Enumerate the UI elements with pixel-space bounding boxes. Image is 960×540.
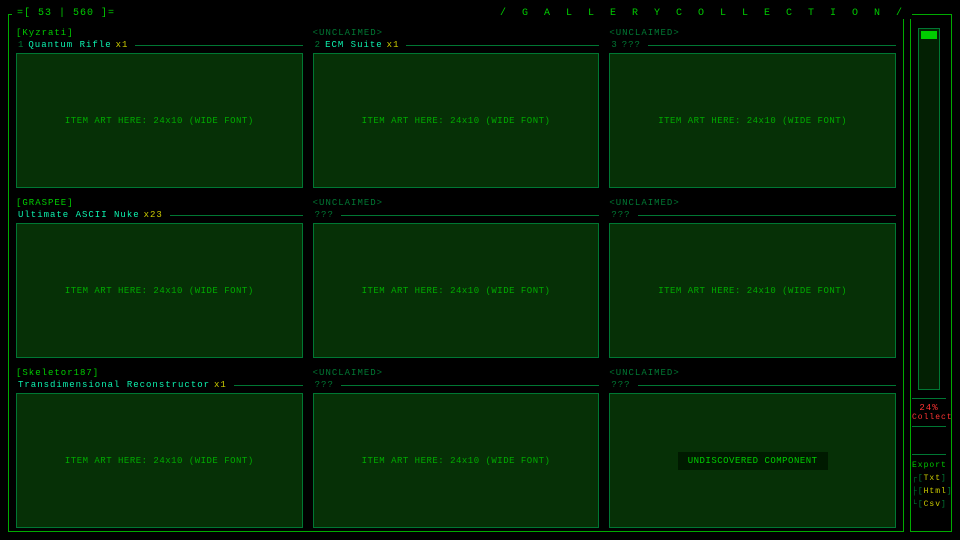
item-unknown-label: ???: [611, 210, 630, 220]
art-box: ITEM ART HERE: 24x10 (WIDE FONT): [609, 223, 896, 358]
export-title: Export: [912, 459, 946, 472]
item-line: 3???: [609, 38, 896, 50]
item-unknown-label: ???: [611, 380, 630, 390]
item-unknown-label: ???: [315, 380, 334, 390]
art-box: ITEM ART HERE: 24x10 (WIDE FONT): [16, 53, 303, 188]
item-line: Ultimate ASCII Nuke x23: [16, 208, 303, 220]
unclaimed-label: <UNCLAIMED>: [313, 198, 600, 208]
item-counter: =[ 53 | 560 ]=: [14, 8, 118, 19]
unclaimed-label: <UNCLAIMED>: [313, 368, 600, 378]
undiscovered-badge: UNDISCOVERED COMPONENT: [675, 449, 831, 473]
scrollbar-thumb[interactable]: [921, 31, 937, 39]
unclaimed-label: <UNCLAIMED>: [313, 28, 600, 38]
gallery-card[interactable]: <UNCLAIMED>??? ITEM ART HERE: 24x10 (WIDE…: [313, 198, 600, 358]
export-panel: Export ┌Txt ├Html └Csv: [912, 454, 946, 511]
item-name-label: Ultimate ASCII Nuke: [18, 210, 140, 220]
divider: [406, 45, 599, 46]
unclaimed-label: <UNCLAIMED>: [609, 198, 896, 208]
art-box: ITEM ART HERE: 24x10 (WIDE FONT): [16, 393, 303, 528]
gallery-grid: [Kyzrati] 1 Quantum Rifle x1 ITEM ART HERE: …: [16, 28, 896, 528]
gallery-card[interactable]: <UNCLAIMED>??? UNDISCOVERED COMPONENT: [609, 368, 896, 528]
divider: [170, 215, 303, 216]
divider: [341, 385, 599, 386]
author-label: [Kyzrati]: [16, 28, 303, 38]
collect-label: Collect: [912, 413, 946, 422]
gallery-card[interactable]: <UNCLAIMED>??? ITEM ART HERE: 24x10 (WIDE…: [609, 198, 896, 358]
item-number: 2: [315, 40, 321, 50]
art-box: ITEM ART HERE: 24x10 (WIDE FONT): [313, 53, 600, 188]
gallery-card[interactable]: [GRASPEE] Ultimate ASCII Nuke x23 ITEM ART …: [16, 198, 303, 358]
divider: [135, 45, 302, 46]
item-line: ???: [609, 378, 896, 390]
collect-percent: 24%: [912, 403, 946, 413]
item-number: 1: [18, 40, 24, 50]
export-txt-button[interactable]: Txt: [918, 474, 947, 483]
scrollbar[interactable]: [918, 28, 940, 390]
item-line: ???: [313, 378, 600, 390]
item-name-label: ECM Suite: [325, 40, 383, 50]
gallery-card[interactable]: <UNCLAIMED>3???ITEM ART HERE: 24x10 (WID…: [609, 28, 896, 188]
art-box: UNDISCOVERED COMPONENT: [609, 393, 896, 528]
divider: [638, 385, 896, 386]
unclaimed-label: <UNCLAIMED>: [609, 368, 896, 378]
art-box: ITEM ART HERE: 24x10 (WIDE FONT): [313, 393, 600, 528]
gallery-card[interactable]: <UNCLAIMED>??? ITEM ART HERE: 24x10 (WIDE…: [313, 368, 600, 528]
divider: [638, 215, 896, 216]
author-label: [GRASPEE]: [16, 198, 303, 208]
gallery-card[interactable]: [Kyzrati] 1 Quantum Rifle x1 ITEM ART HERE: …: [16, 28, 303, 188]
unclaimed-label: <UNCLAIMED>: [609, 28, 896, 38]
item-line: ???: [609, 208, 896, 220]
item-line: 2 ECM Suite x1: [313, 38, 600, 50]
item-number: 3: [611, 40, 617, 50]
item-line: Transdimensional Reconstructor x1: [16, 378, 303, 390]
item-line: 1 Quantum Rifle x1: [16, 38, 303, 50]
art-box: ITEM ART HERE: 24x10 (WIDE FONT): [609, 53, 896, 188]
divider: [648, 45, 896, 46]
divider: [234, 385, 303, 386]
item-unknown-label: ???: [315, 210, 334, 220]
item-count: x1: [387, 40, 400, 50]
item-line: ???: [313, 208, 600, 220]
item-unknown-label: ???: [622, 40, 641, 50]
gallery-card[interactable]: [Skeletor187]Transdimensional Reconstruc…: [16, 368, 303, 528]
header-bar: =[ 53 | 560 ]= / G A L L E R Y C O L L E…: [12, 8, 912, 19]
collection-stat: 24% Collect: [912, 398, 946, 427]
art-box: ITEM ART HERE: 24x10 (WIDE FONT): [16, 223, 303, 358]
item-name-label: Quantum Rifle: [28, 40, 111, 50]
author-label: [Skeletor187]: [16, 368, 303, 378]
export-csv-button[interactable]: Csv: [918, 500, 947, 509]
page-title: / G A L L E R Y C O L L E C T I O N /: [497, 8, 910, 19]
divider: [341, 215, 599, 216]
art-box: ITEM ART HERE: 24x10 (WIDE FONT): [313, 223, 600, 358]
gallery-card[interactable]: <UNCLAIMED> 2 ECM Suite x1 ITEM ART HERE: 24…: [313, 28, 600, 188]
item-count: x1: [116, 40, 129, 50]
item-count: x1: [214, 380, 227, 390]
item-count: x23: [144, 210, 163, 220]
item-name-label: Transdimensional Reconstructor: [18, 380, 210, 390]
export-html-button[interactable]: Html: [918, 487, 953, 496]
